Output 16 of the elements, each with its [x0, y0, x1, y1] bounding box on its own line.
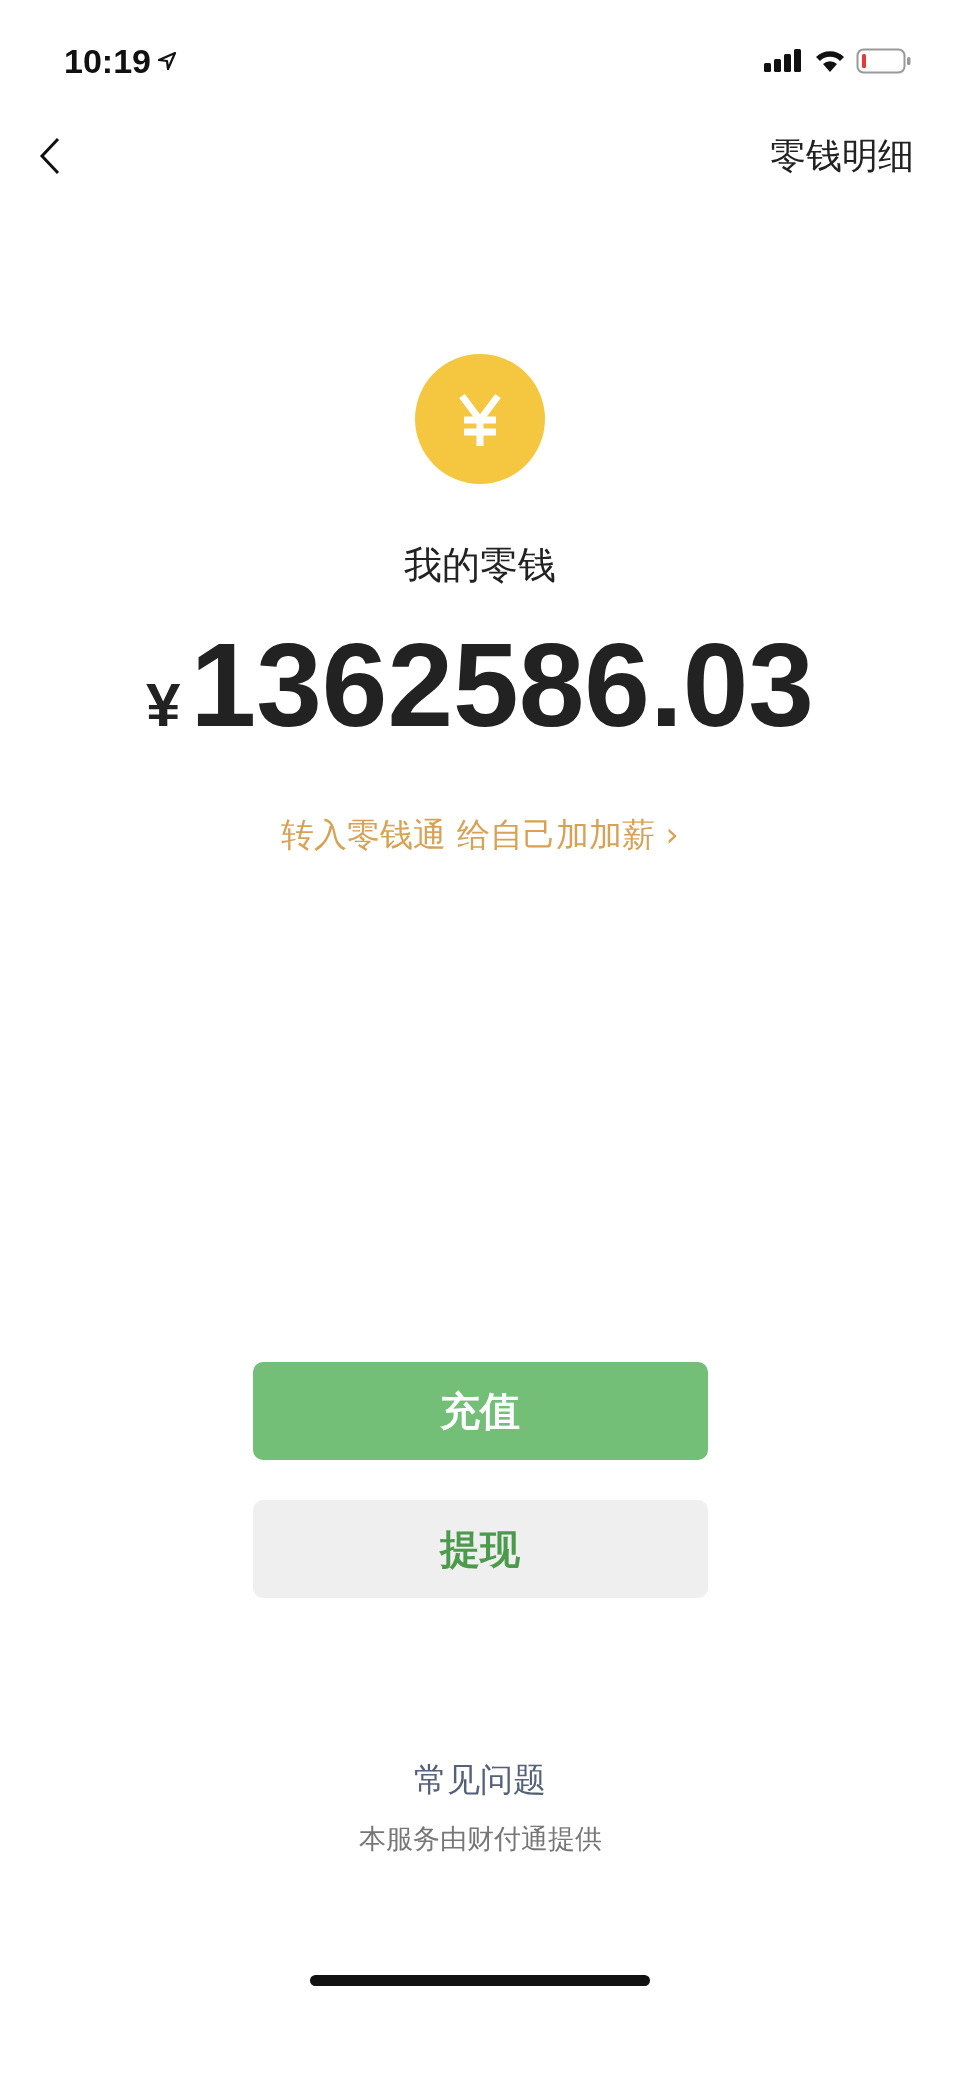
battery-icon	[856, 48, 912, 74]
action-button[interactable]: 充值	[252, 1362, 708, 1460]
currency-symbol: ¥	[146, 669, 181, 740]
status-time: 10:19	[64, 41, 151, 81]
back-icon[interactable]	[38, 136, 62, 176]
wifi-icon	[814, 49, 846, 73]
signal-icon	[764, 49, 804, 73]
provider-text: 本服务由财付通提供	[358, 1822, 602, 1856]
balance-amount: 1362586.03	[190, 618, 814, 753]
faq-link[interactable]: 常见问题	[414, 1758, 546, 1803]
yuan-coin-icon	[415, 354, 545, 484]
promo-link[interactable]: 转入零钱通 给自己加加薪 ›	[281, 813, 679, 858]
action-button[interactable]: 提现	[252, 1500, 708, 1598]
balance-label: 我的零钱	[404, 542, 556, 589]
location-arrow-icon	[156, 51, 177, 71]
details-link[interactable]: 零钱明细	[770, 131, 914, 181]
